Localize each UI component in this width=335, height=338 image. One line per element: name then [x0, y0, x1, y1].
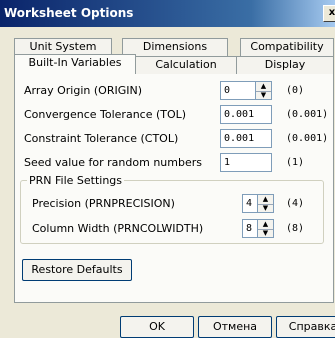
tol-input[interactable]: 0.001: [220, 105, 272, 124]
group-title: PRN File Settings: [27, 174, 125, 187]
origin-spinner[interactable]: ▲ ▼: [256, 81, 272, 100]
prn-precision-input[interactable]: 4: [242, 194, 258, 213]
prn-colwidth-input[interactable]: 8: [242, 219, 258, 238]
ctol-label: Constraint Tolerance (CTOL): [24, 132, 179, 145]
tol-label: Convergence Tolerance (TOL): [24, 108, 187, 121]
ctol-default: (0.001): [286, 133, 329, 144]
prn-colwidth-default: (8): [286, 223, 305, 234]
window-title: Worksheet Options: [4, 6, 134, 20]
prn-colwidth-label: Column Width (PRNCOLWIDTH): [32, 222, 204, 235]
prn-colwidth-spinner[interactable]: ▲ ▼: [258, 219, 274, 238]
origin-default: (0): [286, 85, 305, 96]
seed-default: (1): [286, 157, 305, 168]
tab-label: Dimensions: [142, 40, 208, 53]
tol-default: (0.001): [286, 109, 329, 120]
prn-precision-label: Precision (PRNPRECISION): [32, 197, 175, 210]
tab-dimensions[interactable]: Dimensions: [122, 38, 228, 56]
close-icon: x: [328, 7, 335, 18]
spin-down-icon[interactable]: ▼: [256, 91, 271, 100]
origin-input[interactable]: 0: [220, 81, 256, 100]
tab-label: Display: [264, 58, 306, 71]
tab-compatibility[interactable]: Compatibility: [240, 38, 334, 56]
tab-calculation[interactable]: Calculation: [135, 56, 237, 74]
prn-precision-default: (4): [286, 198, 305, 209]
ctol-input[interactable]: 0.001: [220, 129, 272, 148]
origin-label: Array Origin (ORIGIN): [24, 84, 142, 97]
seed-label: Seed value for random numbers: [24, 156, 202, 169]
title-bar: Worksheet Options x: [0, 0, 335, 27]
prn-precision-spinner[interactable]: ▲ ▼: [258, 194, 274, 213]
spin-down-icon[interactable]: ▼: [258, 204, 273, 213]
tab-label: Built-In Variables: [28, 56, 122, 69]
seed-input[interactable]: 1: [220, 153, 272, 172]
tab-label: Compatibility: [250, 40, 324, 53]
tab-label: Unit System: [29, 40, 97, 53]
tab-label: Calculation: [155, 58, 217, 71]
tab-built-in-variables[interactable]: Built-In Variables: [14, 54, 136, 74]
close-button[interactable]: x: [323, 5, 335, 22]
restore-defaults-button[interactable]: Restore Defaults: [22, 259, 132, 281]
tab-display[interactable]: Display: [236, 56, 334, 74]
spin-down-icon[interactable]: ▼: [258, 229, 273, 238]
